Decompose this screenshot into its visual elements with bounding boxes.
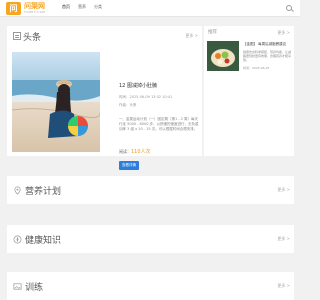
logo-name: 问渠网 <box>24 2 45 10</box>
section-title: 训练 <box>25 283 44 293</box>
section-health-knowledge: 健康知识 更多 > <box>7 225 294 253</box>
recommend-more-link[interactable]: 更多 > <box>277 30 290 36</box>
section-title: 头条 <box>23 33 42 43</box>
article-author: 作者：头条 <box>119 103 137 107</box>
compass-icon <box>13 235 22 244</box>
views-count: 110人次 <box>131 149 151 155</box>
nav-item-category[interactable]: 分类 <box>94 4 102 10</box>
article-date: 时间：2025-06-09 13:02 10:41 <box>119 95 173 99</box>
location-pin-icon <box>14 186 21 195</box>
article-views: 阅读：110人次 <box>119 148 201 155</box>
recommend-panel: 推荐 更多 > 【金图】 每周后减脂餐建议 健康饮食科学搭配，营养均衡，让减脂更… <box>204 26 294 156</box>
headline-panel: 头条 更多 > 12 图减掉小肚腩 时间：2025-06-09 13:02 10… <box>7 26 202 170</box>
article-excerpt: 一、金属运动计划（一）固定期（第1 - 2 周）每天行走 5000 - 6000… <box>119 117 199 131</box>
section-title: 营养计划 <box>25 187 62 197</box>
search-icon[interactable] <box>286 5 292 11</box>
logo-icon: 问 <box>6 2 21 15</box>
section-title: 健康知识 <box>25 236 62 246</box>
logo-domain: TXMEX.COM <box>24 10 46 14</box>
beach-photo <box>12 52 100 152</box>
more-link[interactable]: 更多 > <box>277 283 290 289</box>
section-nutrition-plan: 营养计划 更多 > <box>7 176 294 204</box>
more-link[interactable]: 更多 > <box>277 236 290 242</box>
section-training: 训练 更多 > <box>7 272 294 300</box>
main-nav: 首页 营养 分类 <box>62 4 102 10</box>
more-link[interactable]: 更多 > <box>277 187 290 193</box>
recommend-title: 推荐 <box>208 30 217 35</box>
recommend-desc: 健康饮食科学搭配，营养均衡，让减脂更轻松更有效果，合理营养才能享受。 <box>243 50 292 62</box>
article-image[interactable] <box>12 52 100 152</box>
more-link[interactable]: 更多 > <box>185 33 198 39</box>
article-body: 12 图减掉小肚腩 时间：2025-06-09 13:02 10:41 作者：头… <box>119 82 201 170</box>
nav-item-nutrition[interactable]: 营养 <box>78 4 86 10</box>
article-title[interactable]: 12 图减掉小肚腩 <box>119 82 201 89</box>
image-icon <box>13 283 22 290</box>
recommend-text: 【金图】 每周后减脂餐建议 健康饮食科学搭配，营养均衡，让减脂更轻松更有效果，合… <box>243 42 291 70</box>
site-logo[interactable]: 问 问渠网 TXMEX.COM <box>6 2 45 15</box>
recommend-headline[interactable]: 【金图】 每周后减脂餐建议 <box>243 42 291 47</box>
document-icon <box>13 32 21 40</box>
recommend-image[interactable] <box>207 41 239 71</box>
views-label: 阅读： <box>119 149 131 154</box>
view-details-button[interactable]: 查看详情 <box>119 161 139 170</box>
nav-item-home[interactable]: 首页 <box>62 4 70 10</box>
recommend-time: 时间：2025-06-25 <box>243 66 270 70</box>
food-photo <box>207 41 239 71</box>
headline-header: 头条 更多 > <box>7 26 202 46</box>
top-navbar: 问 问渠网 TXMEX.COM 首页 营养 分类 <box>0 0 300 17</box>
